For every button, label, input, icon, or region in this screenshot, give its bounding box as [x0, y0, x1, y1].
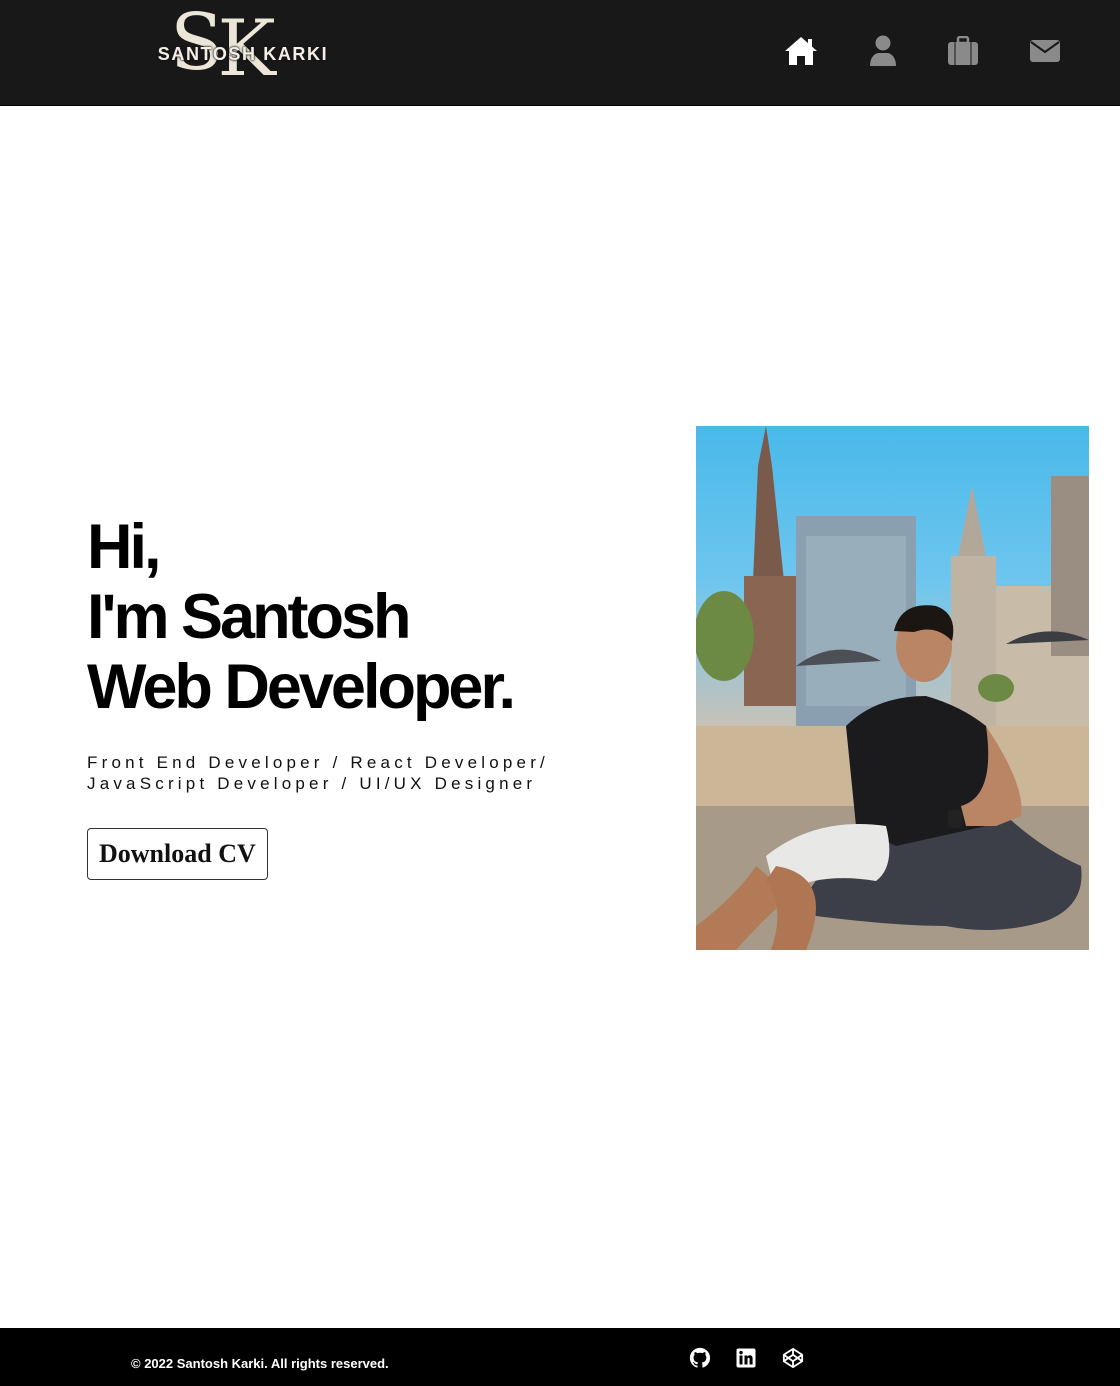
linkedin-link[interactable] — [734, 1346, 758, 1370]
hero-section: Hi, I'm Santosh Web Developer. Front End… — [87, 512, 647, 880]
codepen-icon — [782, 1347, 804, 1369]
hero-greeting: Hi, — [87, 512, 162, 582]
logo-monogram: SK — [170, 0, 276, 94]
nav-portfolio[interactable] — [942, 30, 984, 72]
roles-line-2: JavaScript Developer / UI/UX Designer — [87, 774, 537, 793]
nav-home[interactable] — [780, 30, 822, 72]
site-logo[interactable]: SK SANTOSH KARKI — [148, 4, 338, 90]
portrait-photo — [696, 426, 1089, 950]
github-link[interactable] — [688, 1346, 712, 1370]
codepen-link[interactable] — [781, 1346, 805, 1370]
main-nav — [780, 30, 1080, 72]
hero-headline: Hi, I'm Santosh Web Developer. — [87, 512, 647, 722]
site-footer: © 2022 Santosh Karki. All rights reserve… — [0, 1328, 1120, 1386]
site-header: SK SANTOSH KARKI — [0, 0, 1120, 106]
home-icon — [785, 37, 817, 65]
user-icon — [870, 35, 896, 66]
briefcase-icon — [948, 36, 978, 65]
copyright-text: © 2022 Santosh Karki. All rights reserve… — [131, 1356, 389, 1371]
photo-illustration — [696, 426, 1089, 950]
github-icon — [689, 1347, 711, 1368]
logo-name: SANTOSH KARKI — [157, 44, 329, 64]
hero-name: I'm Santosh — [87, 582, 412, 652]
hero-title: Web Developer. — [87, 652, 516, 722]
nav-about[interactable] — [862, 30, 904, 72]
download-cv-button[interactable]: Download CV — [87, 828, 268, 880]
roles-line-1: Front End Developer / React Developer/ — [87, 753, 549, 772]
nav-contact[interactable] — [1024, 30, 1066, 72]
envelope-icon — [1030, 40, 1060, 62]
social-links — [688, 1346, 808, 1370]
hero-roles: Front End Developer / React Developer/ J… — [87, 752, 647, 794]
linkedin-icon — [736, 1348, 756, 1368]
